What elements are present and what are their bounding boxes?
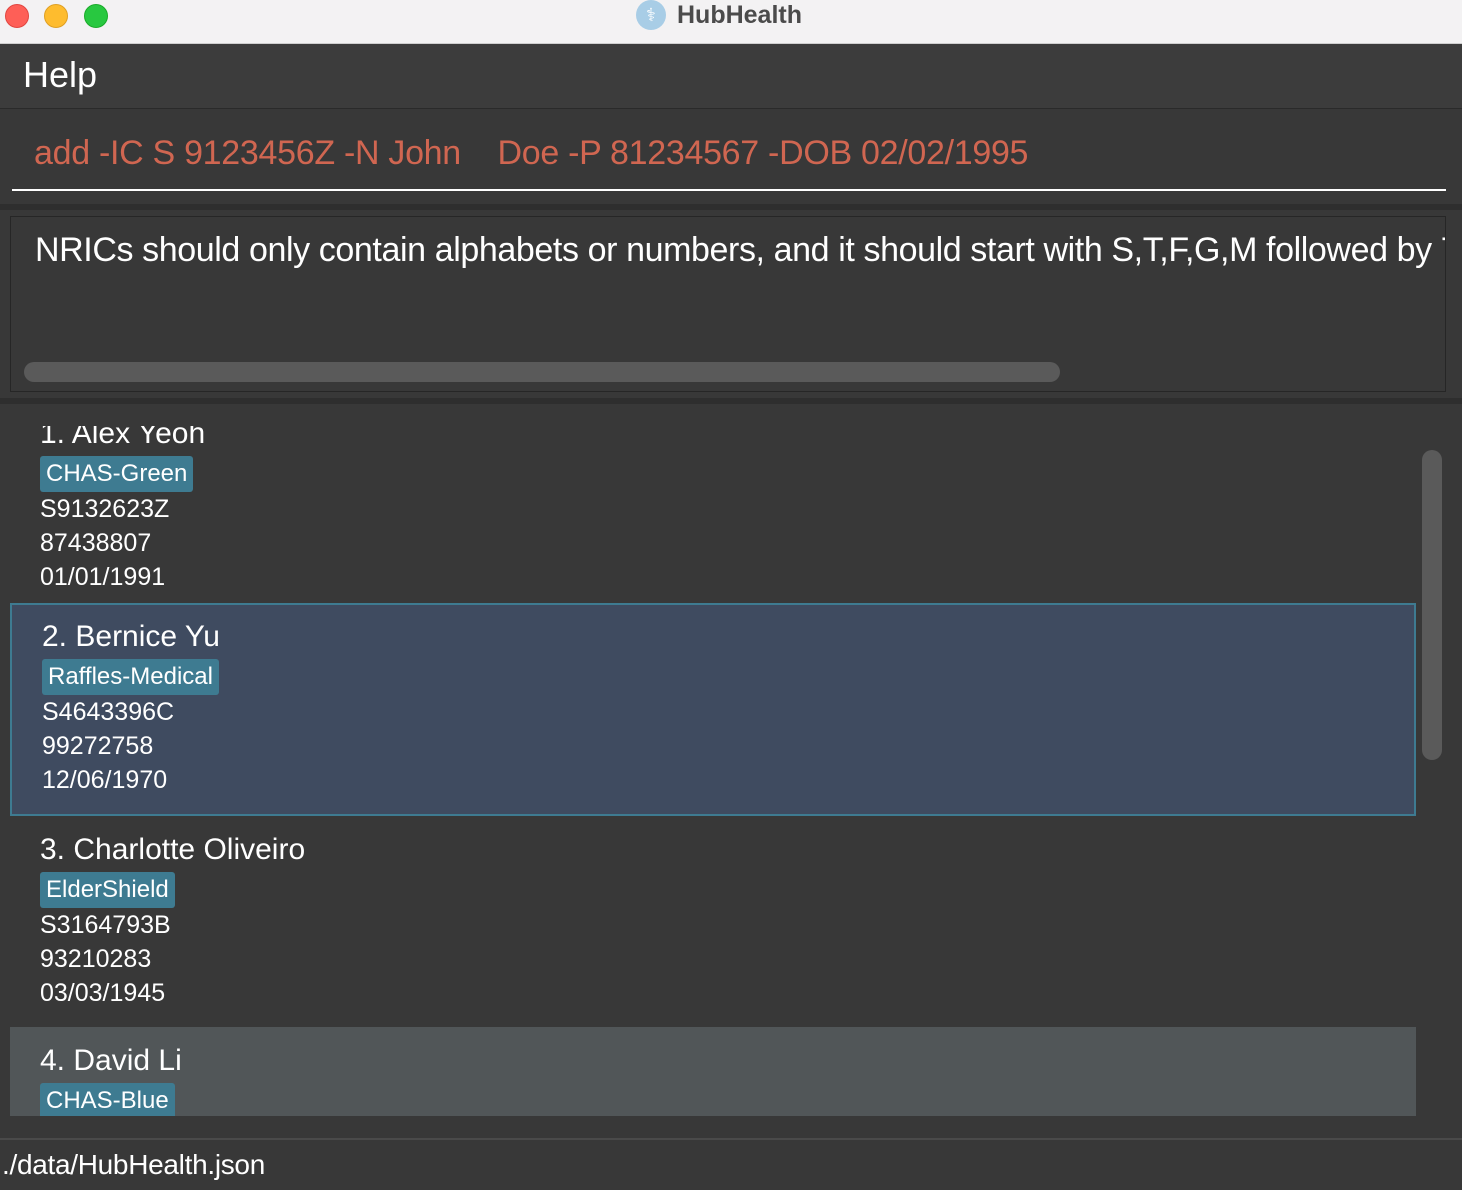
window-title: ⚕ HubHealth — [636, 0, 802, 30]
menu-help[interactable]: Help — [23, 54, 97, 96]
close-window-button[interactable] — [5, 4, 29, 28]
patient-phone: 99272758 — [42, 732, 154, 760]
patient-ic: S3164793B — [40, 911, 171, 939]
result-display: NRICs should only contain alphabets or n… — [10, 216, 1446, 392]
title-bar: ⚕ HubHealth — [0, 0, 1462, 44]
stethoscope-icon: ⚕ — [636, 0, 666, 30]
patient-dob: 03/03/1945 — [40, 979, 166, 1007]
patient-card[interactable]: 3. Charlotte Oliveiro ElderShield S31647… — [10, 816, 1416, 1027]
minimize-window-button[interactable] — [44, 4, 68, 28]
command-box: add -IC S 9123456Z -N John Doe -P 812345… — [0, 109, 1462, 204]
patient-dob: 12/06/1970 — [42, 766, 168, 794]
patient-tag: ElderShield — [40, 872, 175, 908]
patient-tag: CHAS-Blue — [40, 1083, 175, 1116]
window-title-text: HubHealth — [677, 0, 802, 29]
maximize-window-button[interactable] — [84, 4, 108, 28]
menu-bar: Help — [0, 44, 1462, 109]
patient-name: 1. Alex Yeoh — [40, 426, 206, 450]
patient-list-panel: 1. Alex Yeoh CHAS-Green S9132623Z 874388… — [0, 404, 1462, 1138]
patient-phone: 87438807 — [40, 529, 152, 557]
patient-tag: Raffles-Medical — [42, 659, 219, 695]
patient-ic: S4643396C — [42, 698, 175, 726]
patient-tag: CHAS-Green — [40, 456, 194, 492]
status-bar: ./data/HubHealth.json — [0, 1138, 1462, 1190]
command-input[interactable]: add -IC S 9123456Z -N John Doe -P 812345… — [12, 109, 1446, 191]
patient-card-selected[interactable]: 2. Bernice Yu Raffles-Medical S4643396C … — [10, 603, 1416, 816]
patient-name: 4. David Li — [40, 1044, 182, 1077]
patient-name: 3. Charlotte Oliveiro — [40, 833, 306, 866]
vertical-scrollbar[interactable] — [1422, 450, 1442, 760]
patient-card[interactable]: 1. Alex Yeoh CHAS-Green S9132623Z 874388… — [10, 426, 1416, 600]
patient-phone: 93210283 — [40, 945, 152, 973]
patient-name: 2. Bernice Yu — [42, 620, 220, 653]
patient-list[interactable]: 1. Alex Yeoh CHAS-Green S9132623Z 874388… — [10, 426, 1416, 1116]
data-file-path: ./data/HubHealth.json — [2, 1149, 265, 1180]
patient-dob: 01/01/1991 — [40, 563, 166, 591]
patient-card[interactable]: 4. David Li CHAS-Blue — [10, 1027, 1416, 1116]
result-message: NRICs should only contain alphabets or n… — [35, 231, 1446, 269]
horizontal-scrollbar[interactable] — [24, 362, 1060, 382]
divider — [0, 204, 1462, 210]
patient-ic: S9132623Z — [40, 495, 170, 523]
